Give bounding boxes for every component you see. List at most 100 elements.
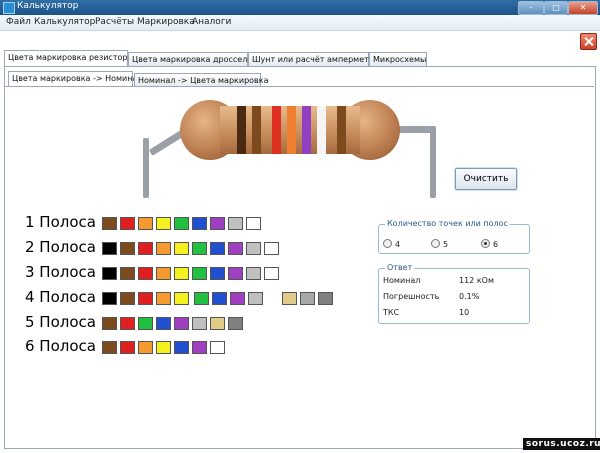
color-swatch[interactable] [192, 267, 207, 280]
minimize-icon[interactable]: – [518, 1, 544, 15]
radio-label: 6 [493, 240, 499, 249]
menu-calculations[interactable]: Расчёты [95, 17, 134, 27]
resistor-band [302, 106, 311, 154]
color-swatch[interactable] [138, 292, 153, 305]
watermark: sorus.ucoz.ru [523, 438, 600, 450]
color-swatch[interactable] [210, 267, 225, 280]
tab-shunt-ammeter[interactable]: Шунт или расчёт амперметра [248, 52, 379, 66]
menu-analogs[interactable]: Аналоги [192, 17, 231, 27]
color-swatch[interactable] [246, 267, 261, 280]
clear-button[interactable]: Очистить [455, 168, 517, 190]
color-swatch[interactable] [138, 317, 153, 330]
points-count-group: Количество точек или полос 4 5 6 [378, 219, 530, 254]
color-swatch[interactable] [194, 292, 209, 305]
color-swatch[interactable] [156, 242, 171, 255]
color-swatch[interactable] [120, 217, 135, 230]
radio-option-4[interactable]: 4 [383, 239, 400, 249]
color-swatch[interactable] [156, 292, 171, 305]
app-icon [3, 2, 15, 14]
color-swatch[interactable] [156, 217, 171, 230]
color-swatch[interactable] [102, 292, 117, 305]
menu-marking[interactable]: Маркировка [137, 17, 195, 27]
color-swatch[interactable] [264, 267, 279, 280]
color-swatch[interactable] [174, 242, 189, 255]
radio-label: 4 [395, 240, 401, 249]
tab-microchips[interactable]: Микросхемы [369, 52, 427, 66]
resistor-band [237, 106, 246, 154]
color-swatch[interactable] [210, 317, 225, 330]
color-swatch[interactable] [138, 217, 153, 230]
radio-selected-icon [481, 239, 490, 248]
color-swatch[interactable] [174, 217, 189, 230]
color-swatch[interactable] [156, 317, 171, 330]
color-swatch[interactable] [138, 242, 153, 255]
close-icon[interactable] [580, 33, 597, 50]
tab-colors-to-value[interactable]: Цвета маркировка -> Номинал [8, 71, 143, 87]
maximize-icon[interactable]: □ [544, 1, 568, 15]
color-swatch[interactable] [246, 217, 261, 230]
color-swatch[interactable] [174, 341, 189, 354]
color-swatch[interactable] [120, 317, 135, 330]
color-swatch[interactable] [120, 341, 135, 354]
resistor-lead-left-down [143, 138, 149, 198]
color-swatch[interactable] [210, 242, 225, 255]
color-swatch[interactable] [264, 242, 279, 255]
color-swatch[interactable] [228, 317, 243, 330]
color-swatch[interactable] [192, 242, 207, 255]
radio-option-6[interactable]: 6 [481, 239, 498, 249]
answer-group: Ответ Номинал 112 кОм Погрешность 0.1% Т… [378, 263, 530, 324]
color-swatch[interactable] [156, 267, 171, 280]
points-group-title: Количество точек или полос [385, 219, 510, 228]
color-swatch[interactable] [230, 292, 245, 305]
color-swatch[interactable] [174, 267, 189, 280]
window-title: Калькулятор [17, 1, 79, 11]
color-swatch[interactable] [174, 317, 189, 330]
color-swatch[interactable] [102, 317, 117, 330]
stripe-row-label: 4 Полоса [25, 288, 96, 306]
menu-calculator[interactable]: Калькулятор [34, 17, 95, 27]
color-swatch[interactable] [210, 341, 225, 354]
color-swatch[interactable] [138, 341, 153, 354]
color-swatch[interactable] [228, 242, 243, 255]
color-swatch[interactable] [102, 217, 117, 230]
color-swatch[interactable] [102, 267, 117, 280]
stripe-row-label: 1 Полоса [25, 213, 96, 231]
color-swatch[interactable] [282, 292, 297, 305]
answer-label-tolerance: Погрешность [383, 292, 440, 301]
resistor-band [272, 106, 281, 154]
color-swatch[interactable] [300, 292, 315, 305]
radio-option-5[interactable]: 5 [431, 239, 448, 249]
radio-icon [431, 239, 440, 248]
color-swatch[interactable] [120, 292, 135, 305]
color-swatch[interactable] [246, 242, 261, 255]
window-close-icon[interactable]: ✕ [568, 1, 598, 15]
resistor-lead-right-down [430, 126, 436, 198]
tab-resistor-marking[interactable]: Цвета маркировка резистора [4, 50, 132, 66]
color-swatch[interactable] [212, 292, 227, 305]
color-swatch[interactable] [192, 217, 207, 230]
color-swatch[interactable] [192, 317, 207, 330]
resistor-band [287, 106, 296, 154]
color-swatch[interactable] [228, 217, 243, 230]
color-swatch[interactable] [210, 217, 225, 230]
color-swatch[interactable] [192, 341, 207, 354]
tab-inductor-marking[interactable]: Цвета маркировка дросселя [128, 52, 252, 66]
answer-value-tcr: 10 [459, 308, 470, 317]
color-swatch[interactable] [120, 267, 135, 280]
stripe-row-label: 2 Полоса [25, 238, 96, 256]
answer-value-tolerance: 0.1% [459, 292, 480, 301]
color-swatch[interactable] [228, 267, 243, 280]
color-swatch[interactable] [102, 242, 117, 255]
color-swatch[interactable] [318, 292, 333, 305]
tab-value-to-colors[interactable]: Номинал -> Цвета маркировка [134, 73, 269, 87]
menu-file[interactable]: Файл [6, 17, 31, 27]
answer-label-tcr: ТКС [383, 308, 400, 317]
color-swatch[interactable] [156, 341, 171, 354]
calculator-window: Калькулятор – □ ✕ Файл Калькулятор Расчё… [0, 0, 600, 453]
color-swatch[interactable] [138, 267, 153, 280]
color-swatch[interactable] [102, 341, 117, 354]
color-swatch[interactable] [248, 292, 263, 305]
resistor-band [317, 106, 326, 154]
color-swatch[interactable] [120, 242, 135, 255]
color-swatch[interactable] [174, 292, 189, 305]
